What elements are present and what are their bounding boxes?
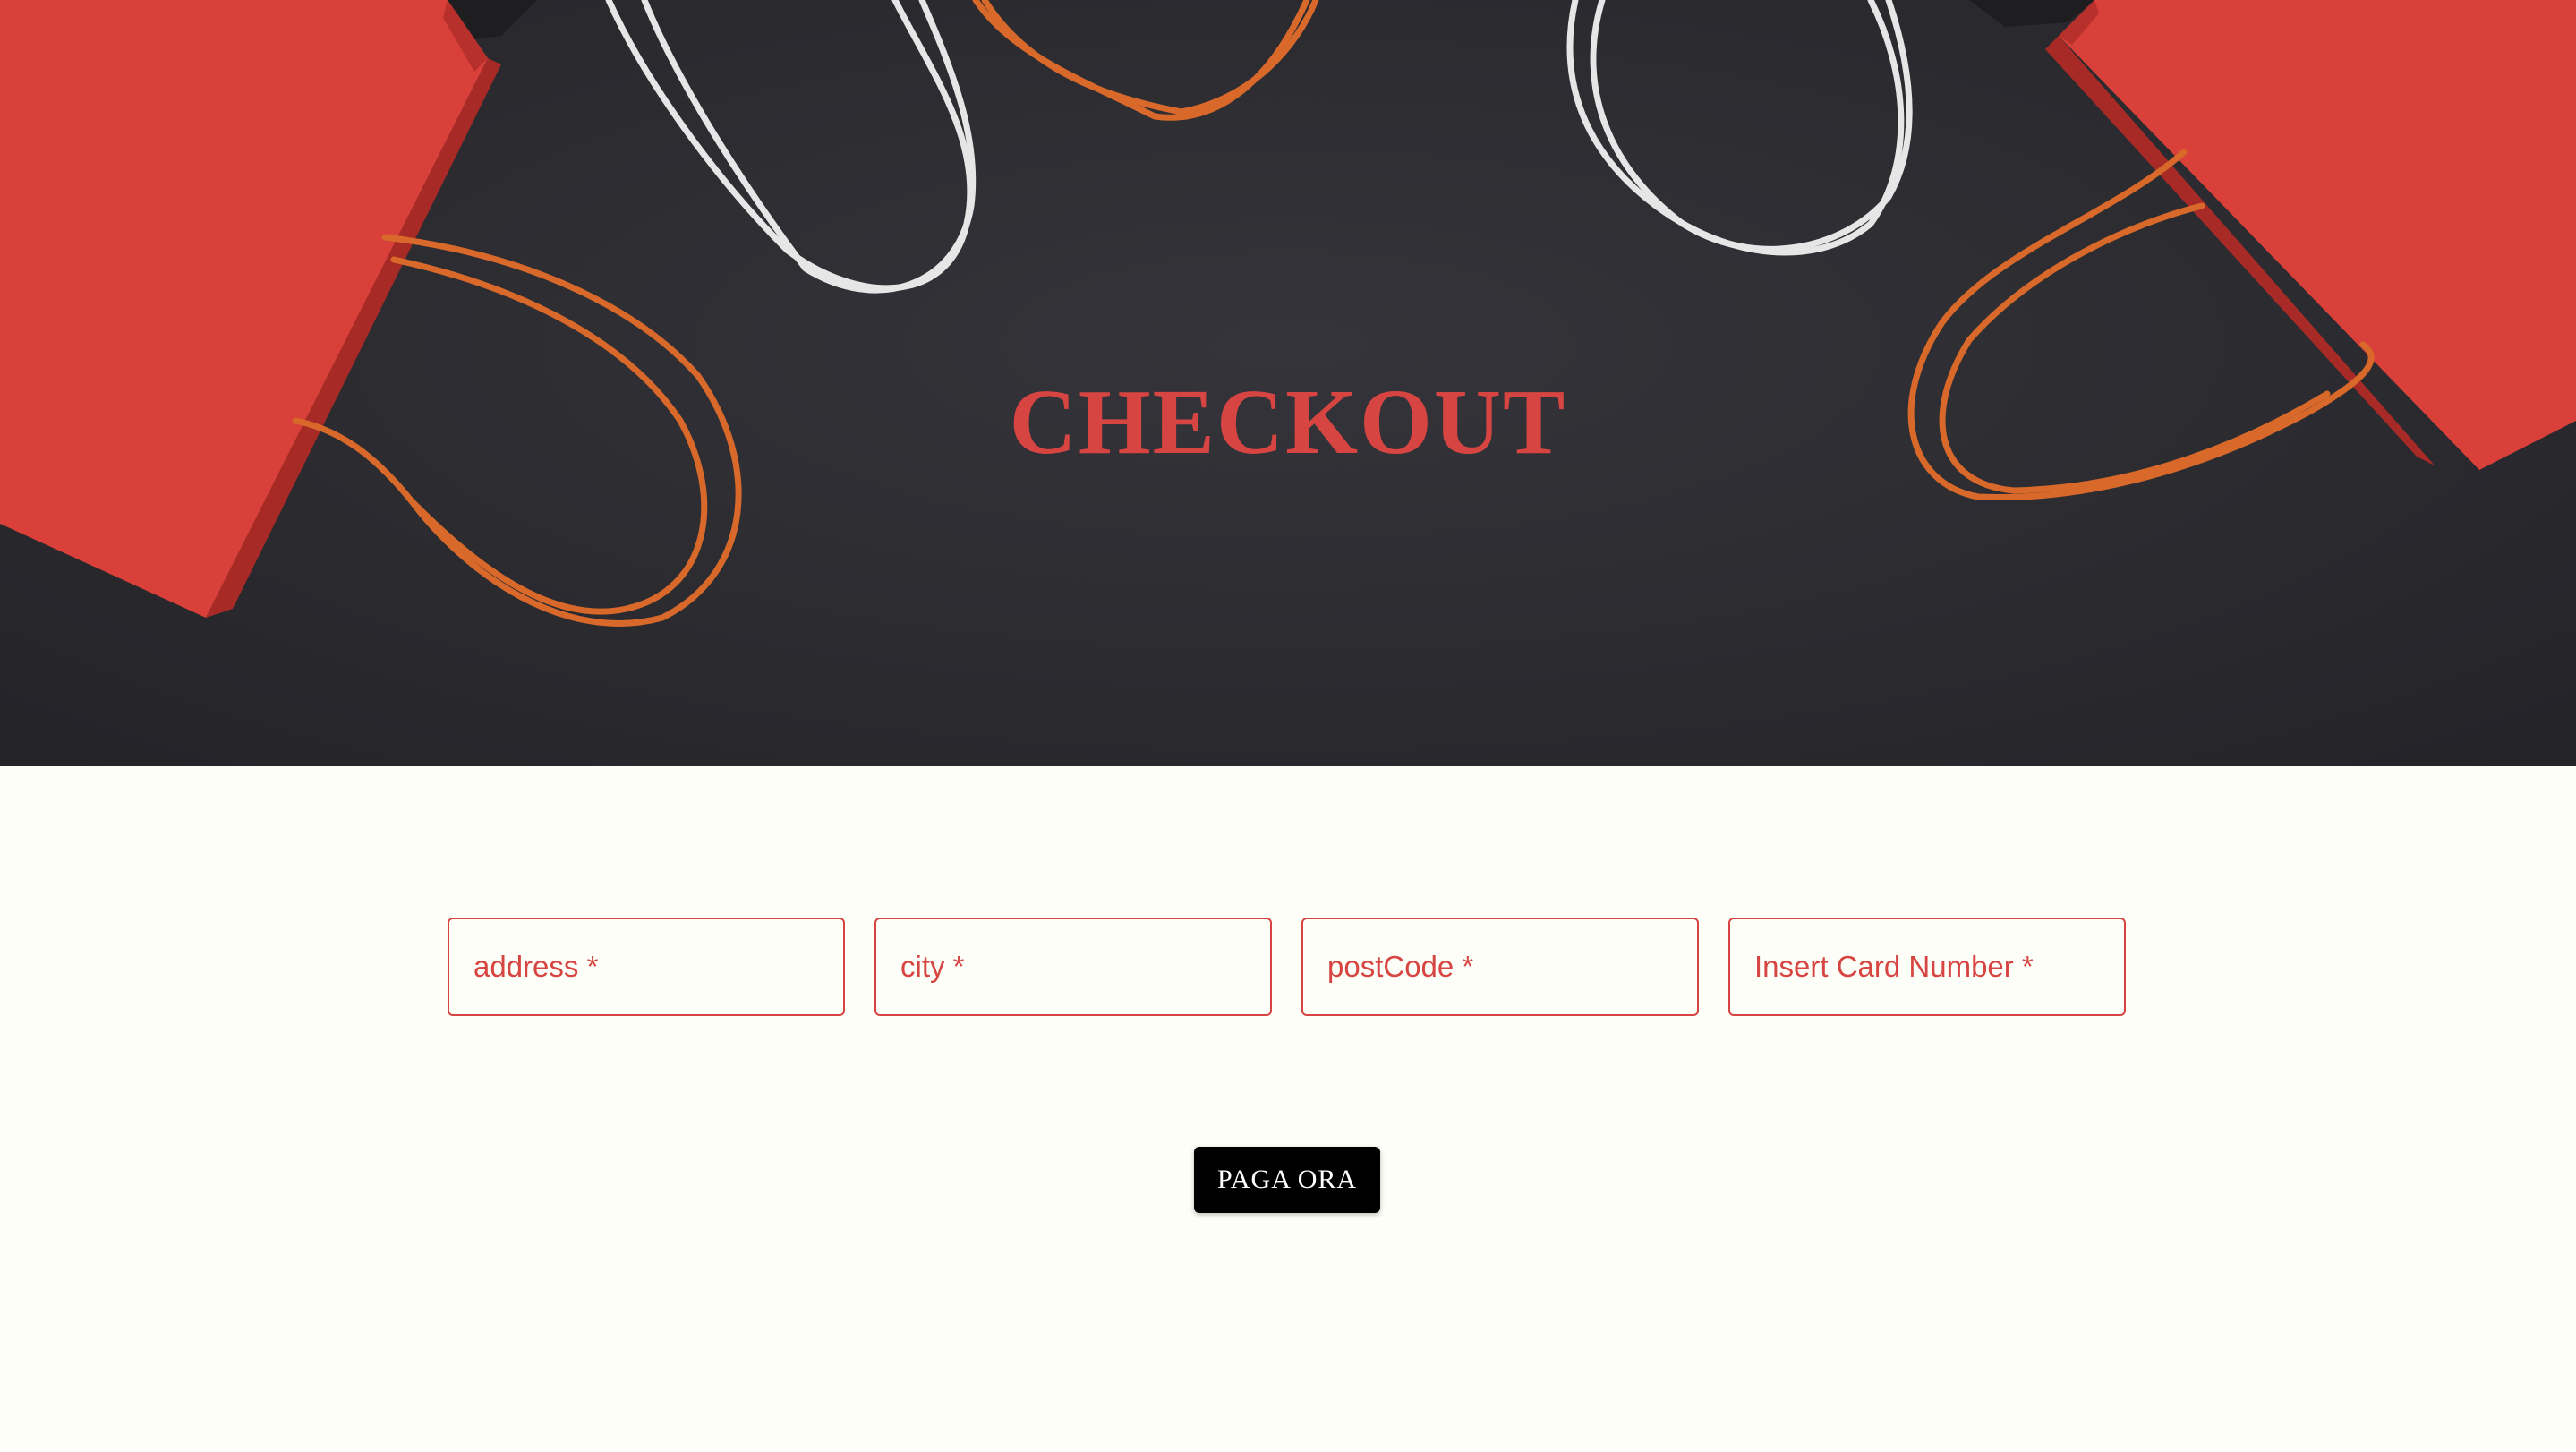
orange-handle-top — [972, 0, 1319, 121]
city-input[interactable] — [874, 918, 1272, 1016]
white-handles-right — [1566, 0, 1913, 256]
card-number-input[interactable] — [1728, 918, 2126, 1016]
pay-now-button[interactable]: PAGA ORA — [1194, 1147, 1380, 1213]
white-handles-left — [605, 0, 977, 294]
postcode-input[interactable] — [1301, 918, 1699, 1016]
hero-banner: CHECKOUT — [0, 0, 2576, 766]
page-title: CHECKOUT — [1009, 371, 1567, 474]
left-shopping-bag — [0, 0, 501, 618]
address-input[interactable] — [448, 918, 845, 1016]
